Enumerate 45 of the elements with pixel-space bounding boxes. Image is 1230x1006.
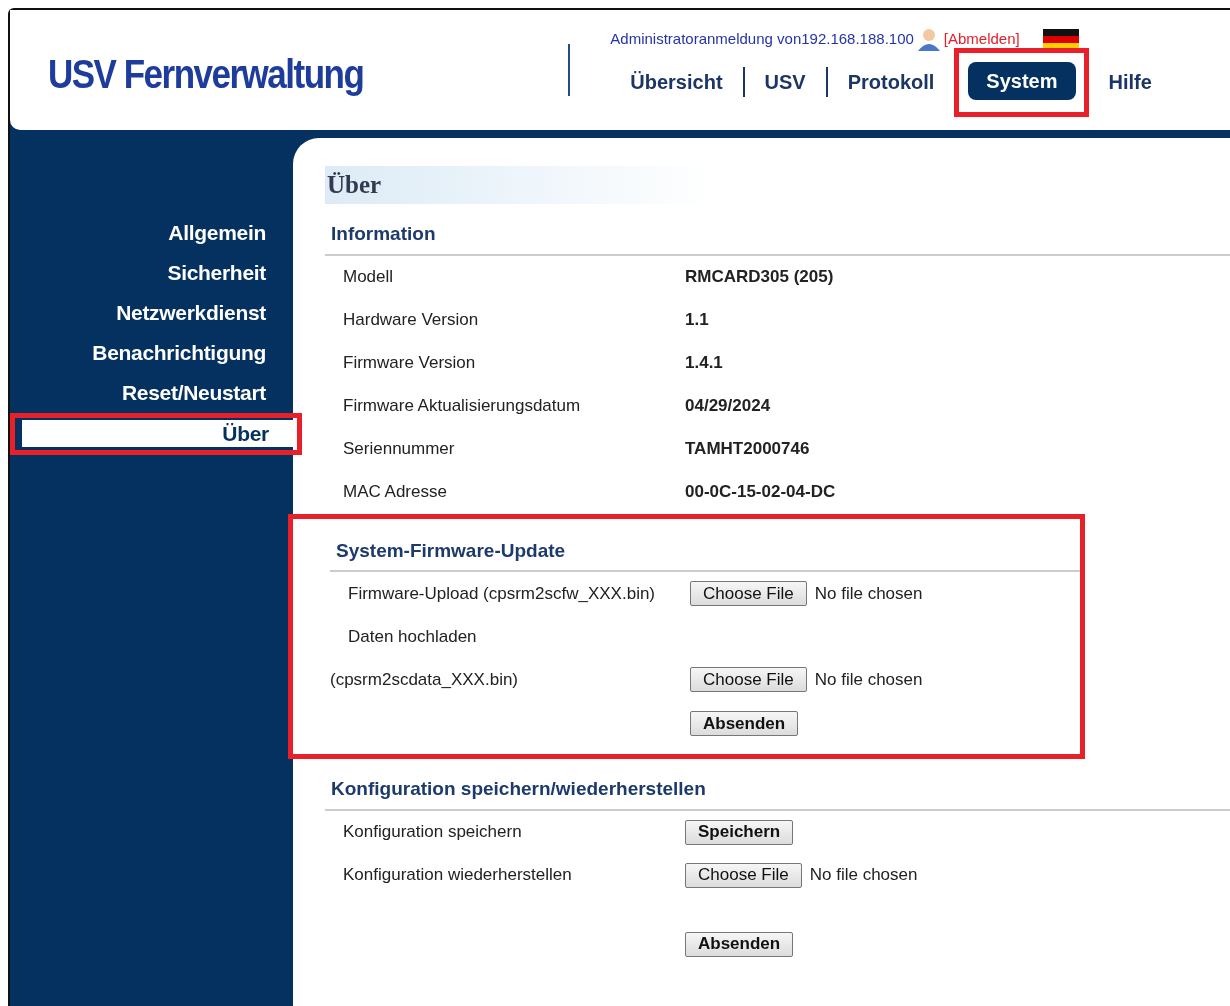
- field-label: Modell: [342, 266, 395, 289]
- field-label: MAC Adresse: [342, 481, 448, 504]
- nav-tab[interactable]: USV: [744, 64, 826, 99]
- field-label: Daten hochladen: [347, 625, 478, 648]
- field-label: Konfiguration wiederherstellen: [342, 864, 573, 887]
- field-label: (cpsrm2scdata_XXX.bin): [330, 668, 520, 691]
- field-value: 00-0C-15-02-04-DC: [685, 481, 836, 504]
- user-icon: [916, 27, 941, 51]
- field-label: Firmware Aktualisierungsdatum: [342, 395, 582, 418]
- file-status: No file chosen: [814, 668, 923, 691]
- login-text: Administratoranmeldung von192.168.188.100: [610, 28, 914, 49]
- section-heading: Information: [325, 214, 1230, 256]
- section-heading: Konfiguration speichern/wiederherstellen: [325, 769, 1230, 811]
- nav-tab[interactable]: Hilfe: [1088, 64, 1172, 99]
- file-status: No file chosen: [814, 582, 923, 605]
- logout-link[interactable]: [Abmelden]: [943, 27, 1020, 51]
- field-label: Konfiguration speichern: [342, 821, 523, 844]
- choose-file-button[interactable]: Choose File: [690, 581, 807, 606]
- nav-tab[interactable]: Protokoll: [827, 64, 955, 99]
- sidebar-item[interactable]: Reset/Neustart: [10, 376, 293, 416]
- sidebar-item[interactable]: Netzwerkdienst: [10, 296, 293, 336]
- save-button[interactable]: Speichern: [685, 819, 794, 845]
- sidebar-item[interactable]: Sicherheit: [10, 256, 293, 296]
- submit-button[interactable]: Absenden: [690, 711, 799, 736]
- submit-button[interactable]: Absenden: [685, 931, 794, 957]
- field-label: Firmware-Upload (cpsrm2scfw_XXX.bin): [347, 582, 657, 605]
- field-label: Firmware Version: [342, 352, 477, 375]
- choose-file-button[interactable]: Choose File: [685, 862, 802, 888]
- field-label: Hardware Version: [342, 309, 480, 332]
- choose-file-button[interactable]: Choose File: [690, 667, 807, 692]
- nav-tab[interactable]: Übersicht: [610, 64, 743, 99]
- sidebar-item[interactable]: Benachrichtigung: [10, 336, 293, 376]
- field-label: Seriennummer: [342, 438, 456, 461]
- field-value: 04/29/2024: [685, 395, 771, 418]
- field-value: RMCARD305 (205): [685, 266, 834, 289]
- field-value: 1.4.1: [685, 352, 723, 375]
- logo: USV Fernverwaltung: [48, 50, 364, 96]
- flag-icon[interactable]: [1042, 28, 1079, 50]
- section-heading: System-Firmware-Update: [330, 530, 1080, 572]
- sidebar-item[interactable]: Allgemein: [10, 216, 293, 256]
- field-value: 1.1: [685, 309, 709, 332]
- sidebar-item[interactable]: Über: [22, 420, 293, 447]
- file-status: No file chosen: [809, 864, 918, 887]
- nav-tab[interactable]: System: [968, 62, 1076, 100]
- field-value: TAMHT2000746: [685, 438, 810, 461]
